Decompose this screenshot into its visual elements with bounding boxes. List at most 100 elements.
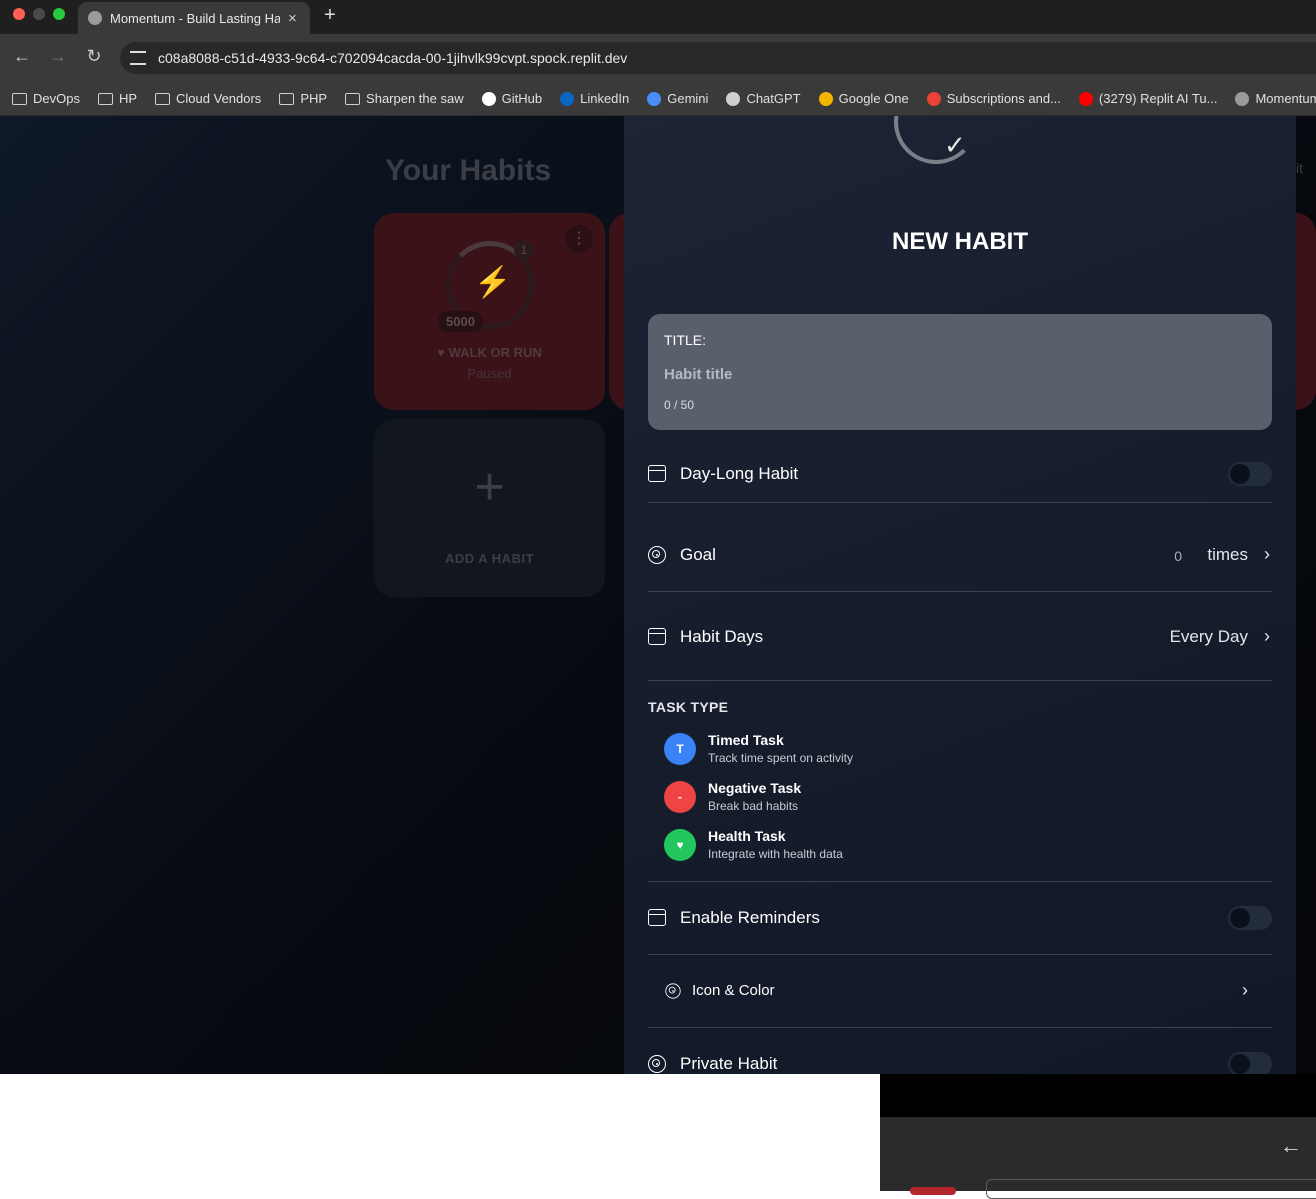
close-window-button[interactable] [13, 8, 25, 20]
calendar-icon [648, 465, 666, 482]
task-option-timed[interactable]: T Timed Task Track time spent on activit… [664, 732, 1224, 772]
habit-days-value: Every Day [1169, 627, 1248, 646]
goal-row[interactable]: Goal 0 times › [648, 525, 1272, 592]
url-text[interactable]: c08a8088-c51d-4933-9c64-c702094cacda-00-… [158, 50, 627, 66]
title-field[interactable]: TITLE: Habit title 0 / 50 [648, 314, 1272, 430]
goal-unit: times [1207, 545, 1248, 564]
bookmark-chatgpt[interactable]: ChatGPT [726, 91, 801, 106]
google-icon [926, 91, 941, 106]
bookmark-hp[interactable]: HP [97, 91, 138, 106]
bookmark-label: (3279) Replit AI Tu... [1098, 91, 1218, 106]
bookmarks-bar: DevOps HP Cloud Vendors PHP Sharpen the saw G… [0, 82, 1316, 116]
folder-icon [12, 92, 27, 105]
reminders-toggle[interactable] [1228, 906, 1272, 930]
minimize-window-button[interactable] [33, 8, 45, 20]
secondary-window-field[interactable] [986, 1179, 1316, 1199]
secondary-window-element [910, 1187, 956, 1195]
bookmark-momentum[interactable]: Momentum [1235, 91, 1316, 106]
calendar-icon [648, 909, 666, 926]
bookmark-devops[interactable]: DevOps [12, 91, 80, 106]
task-option-name: Health Task [708, 828, 786, 844]
maximize-window-button[interactable] [53, 8, 65, 20]
task-option-negative[interactable]: - Negative Task Break bad habits [664, 780, 1224, 820]
bookmark-sharpen-the-saw[interactable]: Sharpen the saw [345, 91, 464, 106]
secondary-window: ← [880, 1117, 1316, 1199]
day-long-habit-toggle[interactable] [1228, 462, 1272, 486]
task-option-desc: Break bad habits [708, 799, 799, 813]
chevron-right-icon[interactable]: › [1264, 544, 1270, 565]
task-option-health[interactable]: ♥ Health Task Integrate with health data [664, 828, 1224, 868]
icon-color-label: Icon & Color [692, 982, 775, 999]
title-input[interactable]: Habit title [664, 366, 732, 383]
bookmark-label: Gemini [667, 91, 709, 106]
goal-label: Goal [680, 545, 716, 564]
bookmark-label: HP [118, 91, 138, 106]
bookmark-3279-replit-ai-tu[interactable]: (3279) Replit AI Tu... [1078, 91, 1218, 106]
site-settings-icon[interactable] [130, 51, 146, 65]
title-char-counter: 0 / 50 [664, 398, 695, 412]
chatgpt-icon [726, 91, 741, 106]
globe-icon [88, 11, 102, 25]
bookmark-gemini[interactable]: Gemini [647, 91, 708, 106]
back-arrow-icon[interactable]: ← [1280, 1133, 1302, 1159]
checkmark-icon[interactable]: ✓ [944, 130, 966, 161]
url-bar[interactable]: c08a8088-c51d-4933-9c64-c702094cacda-00-… [120, 42, 1316, 74]
target-icon [648, 546, 666, 564]
folder-icon [97, 92, 113, 105]
private-habit-toggle[interactable] [1228, 1052, 1272, 1074]
add-habit-card[interactable]: + ADD A HABIT [374, 419, 605, 597]
bookmark-google-one[interactable]: Google One [818, 91, 909, 106]
new-habit-sheet: ✓ NEW HABIT TITLE: Habit title 0 / 50 Da… [624, 116, 1296, 1074]
reload-button[interactable]: ↻ [82, 46, 106, 67]
linkedin-icon [560, 91, 575, 106]
close-tab-icon[interactable]: × [288, 10, 297, 27]
icon-color-row[interactable]: Icon & Color › [648, 955, 1272, 1028]
bookmark-php[interactable]: PHP [279, 91, 327, 106]
folder-icon [155, 92, 171, 105]
tab-title: Momentum - Build Lasting Ha [110, 10, 280, 26]
add-habit-label: ADD A HABIT [444, 551, 535, 566]
reminders-label: Enable Reminders [680, 908, 820, 927]
bolt-icon: ⚡ [474, 266, 512, 299]
bookmark-github[interactable]: GitHub [481, 91, 543, 106]
heart-icon: ♥ [664, 829, 696, 861]
streak-badge: 1 [514, 240, 534, 260]
new-tab-button[interactable]: + [320, 4, 340, 27]
toggle-knob [1230, 1054, 1250, 1074]
bookmark-label: Cloud Vendors [176, 91, 262, 106]
gemini-icon [647, 91, 662, 106]
page-viewport: Your Habits it ⋮ ⚡ 1 5000 ♥ WALK OR RUN … [0, 116, 1316, 1074]
habit-days-row[interactable]: Habit Days Every Day › [648, 606, 1272, 681]
bookmark-linkedin[interactable]: LinkedIn [560, 91, 629, 106]
goal-value[interactable]: 0 [1174, 548, 1182, 564]
google-one-icon [818, 91, 833, 106]
target-icon [648, 1055, 666, 1073]
bookmark-cloud-vendors[interactable]: Cloud Vendors [155, 91, 261, 106]
browser-tab[interactable]: Momentum - Build Lasting Ha × [78, 2, 310, 34]
bookmark-label: GitHub [501, 91, 543, 106]
address-bar-row: ← → ↻ c08a8088-c51d-4933-9c64-c702094cac… [0, 34, 1316, 82]
github-icon [481, 91, 496, 106]
habit-card[interactable]: ⋮ ⚡ 1 5000 ♥ WALK OR RUN Paused [374, 213, 605, 410]
forward-button[interactable]: → [46, 46, 70, 67]
day-long-habit-row[interactable]: Day-Long Habit [648, 448, 1272, 503]
chevron-right-icon[interactable]: › [1242, 980, 1248, 1001]
task-option-name: Negative Task [708, 780, 802, 796]
bookmark-label: LinkedIn [580, 91, 630, 106]
edit-button[interactable]: it [1296, 160, 1303, 176]
reminders-row[interactable]: Enable Reminders [648, 882, 1272, 955]
plus-icon: + [474, 458, 505, 516]
chevron-right-icon[interactable]: › [1264, 626, 1270, 647]
sheet-title: NEW HABIT [892, 228, 1028, 255]
task-option-desc: Track time spent on activity [708, 751, 853, 765]
target-icon [665, 983, 681, 999]
bookmark-label: ChatGPT [746, 91, 801, 106]
more-options-icon[interactable]: ⋮ [565, 225, 593, 253]
calendar-icon [648, 628, 666, 645]
habit-name: ♥ WALK OR RUN [437, 345, 542, 360]
task-type-heading: TASK TYPE [648, 699, 729, 715]
back-button[interactable]: ← [10, 46, 34, 67]
bookmark-subscriptions-and[interactable]: Subscriptions and... [926, 91, 1061, 106]
timed-task-icon: T [664, 733, 696, 765]
private-habit-row[interactable]: Private Habit [648, 1028, 1272, 1074]
